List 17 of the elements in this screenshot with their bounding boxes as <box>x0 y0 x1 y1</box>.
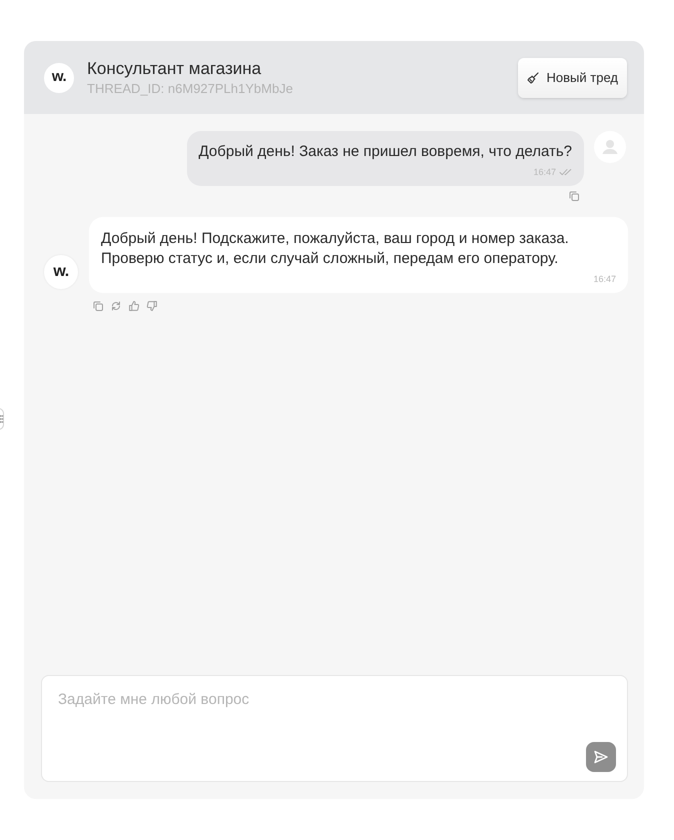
user-avatar-icon <box>594 131 626 163</box>
assistant-avatar: w. <box>44 255 78 289</box>
broom-icon <box>526 72 539 84</box>
copy-icon[interactable] <box>92 300 104 312</box>
logo: w. <box>44 62 74 92</box>
drag-handle-icon[interactable] <box>0 408 4 430</box>
copy-icon[interactable] <box>568 190 580 202</box>
message-time: 16:47 <box>593 274 616 284</box>
send-icon <box>593 749 609 765</box>
thumbs-up-icon[interactable] <box>128 300 140 312</box>
message-text: Добрый день! Заказ не пришел вовремя, что делать? <box>198 142 572 162</box>
refresh-icon[interactable] <box>110 300 122 312</box>
thumbs-down-icon[interactable] <box>146 300 158 312</box>
new-thread-button[interactable]: Новый тред <box>518 58 627 98</box>
message-input[interactable]: Задайте мне любой вопрос <box>41 675 628 782</box>
message-text: Добрый день! Подскажите, пожалуйста, ваш город и номер заказа. Проверю статус и, если случай сложный, передам его оператору. <box>101 229 570 269</box>
chat-title: Консультант магазина <box>87 58 262 80</box>
